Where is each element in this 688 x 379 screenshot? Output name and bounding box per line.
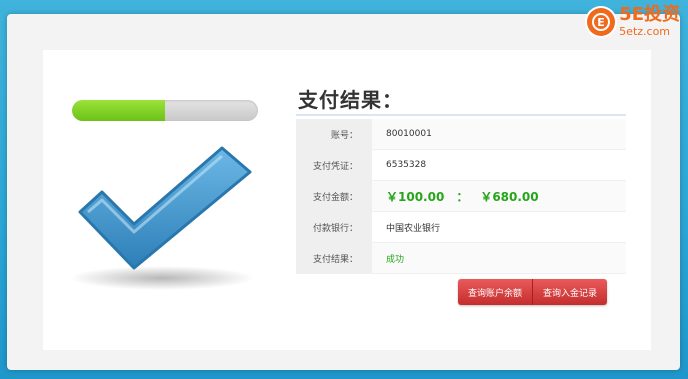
row-bank: 付款银行： 中国农业银行 (296, 212, 626, 243)
row-amount: 支付金额： ￥100.00 ： ￥680.00 (296, 181, 626, 212)
watermark: E 5E投资 5etz.com (587, 6, 680, 37)
brand-mark-icon: E (592, 12, 611, 31)
row-label: 支付结果： (296, 243, 372, 273)
check-balance-button[interactable]: 查询账户余额 (458, 279, 533, 305)
page-title: 支付结果： (298, 88, 403, 112)
title-divider (296, 114, 626, 116)
result-table: 账号： 80010001 支付凭证： 6535328 支付金额： ￥100.00… (296, 119, 626, 274)
paid-amount: ￥100.00 (386, 189, 445, 204)
row-status: 支付结果： 成功 (296, 243, 626, 274)
row-value: 中国农业银行 (386, 223, 441, 234)
watermark-url: 5etz.com (619, 25, 671, 38)
progress-fill (72, 100, 165, 121)
status-value: 成功 (386, 254, 405, 265)
row-account: 账号： 80010001 (296, 119, 626, 150)
row-value: ￥100.00 ： ￥680.00 (372, 188, 539, 205)
row-label: 支付金额： (296, 181, 372, 211)
row-label: 账号： (296, 119, 372, 149)
check-deposit-records-button[interactable]: 查询入金记录 (532, 279, 608, 305)
row-label: 支付凭证： (296, 150, 372, 180)
watermark-text: 5E投资 5etz.com (619, 4, 680, 38)
progress-bar (72, 100, 258, 121)
row-label: 付款银行： (296, 212, 372, 242)
row-value: 80010001 (386, 129, 432, 139)
action-buttons: 查询账户余额 查询入金记录 (458, 279, 608, 305)
watermark-brand: 5E投资 (619, 4, 680, 25)
amount-separator: ： (456, 189, 469, 204)
checkmark-icon (70, 146, 254, 290)
row-voucher: 支付凭证： 6535328 (296, 150, 626, 181)
total-amount: ￥680.00 (480, 189, 539, 204)
svg-text:E: E (597, 16, 605, 29)
row-value: 6535328 (386, 160, 427, 170)
brand-logo-icon: E (587, 7, 616, 36)
